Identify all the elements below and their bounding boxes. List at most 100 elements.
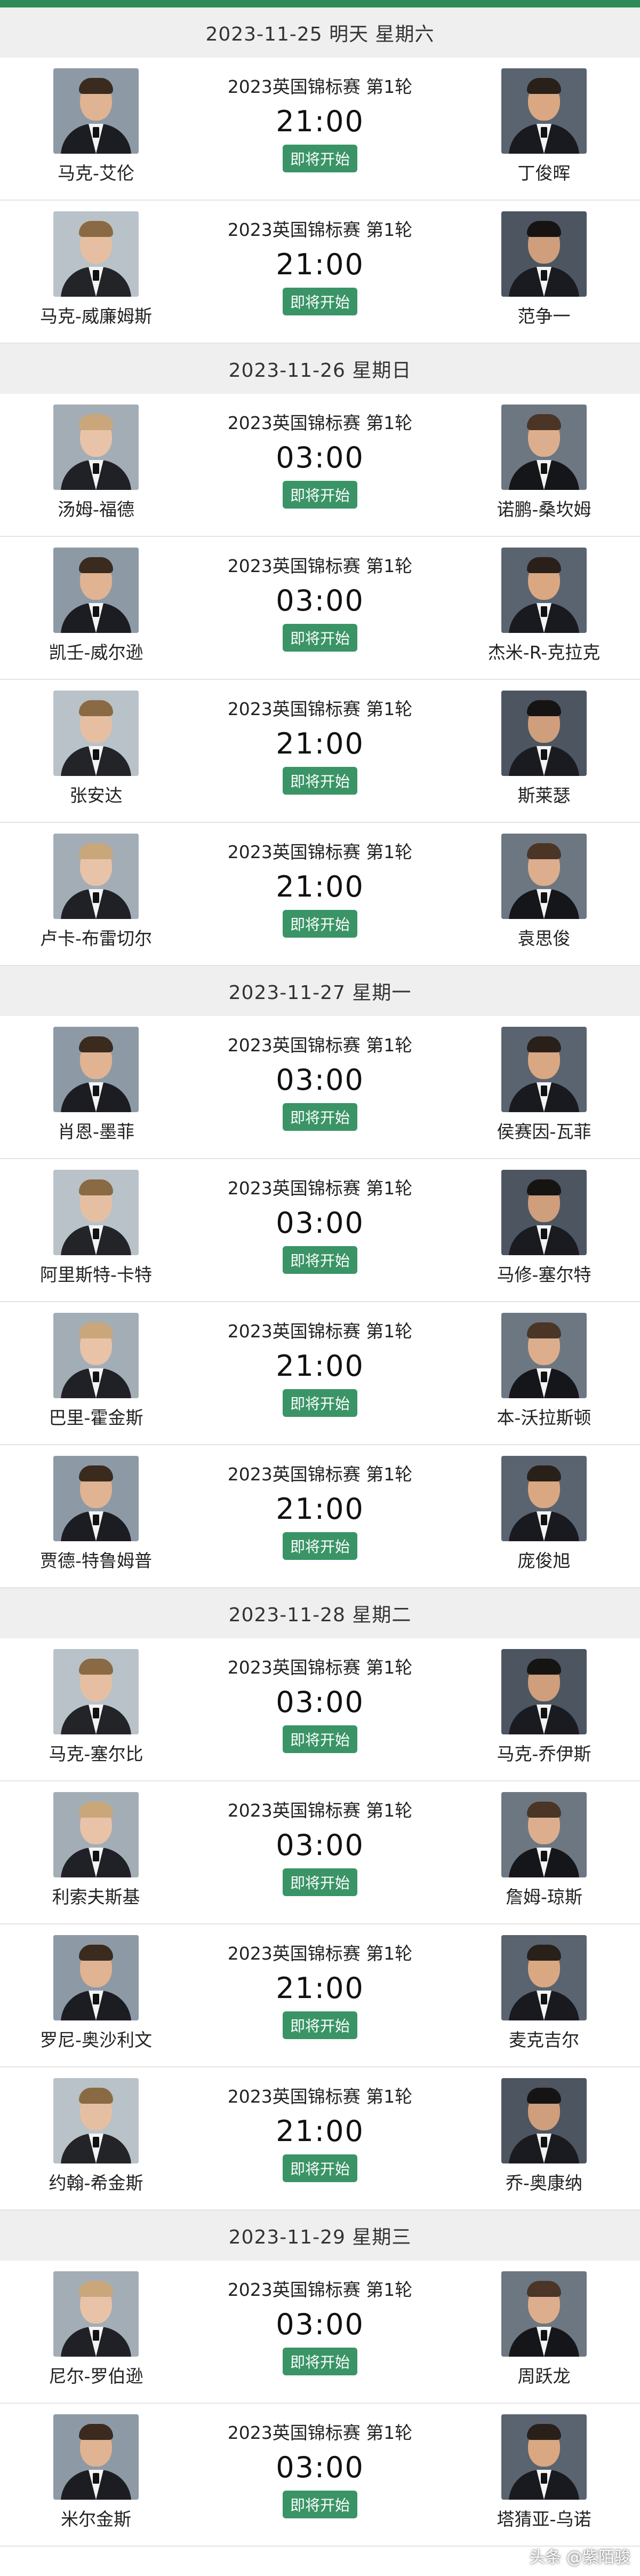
home-player[interactable]: 贾德-特鲁姆普 xyxy=(32,1456,160,1572)
match-card[interactable]: 马克-塞尔比 2023英国锦标赛 第1轮 03:00 即将开始 马克-乔伊斯 xyxy=(0,1638,640,1781)
status-button[interactable]: 即将开始 xyxy=(282,481,357,509)
home-player[interactable]: 肖恩-墨菲 xyxy=(32,1027,160,1143)
player-name: 马修-塞尔特 xyxy=(497,1264,591,1285)
status-button[interactable]: 即将开始 xyxy=(282,1725,357,1753)
home-player[interactable]: 尼尔-罗伯逊 xyxy=(32,2271,160,2388)
home-player[interactable]: 凯壬-威尔逊 xyxy=(32,548,160,664)
player-photo xyxy=(53,548,139,633)
player-photo xyxy=(501,1792,587,1877)
home-player[interactable]: 巴里-霍金斯 xyxy=(32,1313,160,1429)
status-button[interactable]: 即将开始 xyxy=(282,145,357,172)
photo-hair xyxy=(79,78,113,94)
match-info: 2023英国锦标赛 第1轮 21:00 即将开始 xyxy=(203,2082,437,2182)
status-button[interactable]: 即将开始 xyxy=(282,624,357,652)
player-name: 张安达 xyxy=(69,785,123,806)
photo-bowtie xyxy=(93,463,99,474)
status-button[interactable]: 即将开始 xyxy=(282,288,357,315)
player-photo xyxy=(501,1649,587,1734)
status-button[interactable]: 即将开始 xyxy=(282,2154,357,2182)
status-button[interactable]: 即将开始 xyxy=(282,1532,357,1560)
photo-bowtie xyxy=(541,749,547,760)
photo-bowtie xyxy=(93,1228,99,1239)
player-name: 袁思俊 xyxy=(517,928,571,949)
away-player[interactable]: 本-沃拉斯顿 xyxy=(480,1313,608,1429)
away-player[interactable]: 塔猜亚-乌诺 xyxy=(480,2414,608,2531)
away-player[interactable]: 詹姆-琼斯 xyxy=(480,1792,608,1908)
home-player[interactable]: 阿里斯特-卡特 xyxy=(32,1170,160,1286)
match-card[interactable]: 巴里-霍金斯 2023英国锦标赛 第1轮 21:00 即将开始 本-沃拉斯顿 xyxy=(0,1302,640,1445)
status-button[interactable]: 即将开始 xyxy=(282,1103,357,1131)
match-card[interactable]: 张安达 2023英国锦标赛 第1轮 21:00 即将开始 斯莱瑟 xyxy=(0,680,640,823)
status-button[interactable]: 即将开始 xyxy=(282,1868,357,1896)
status-button[interactable]: 即将开始 xyxy=(282,767,357,795)
match-card[interactable]: 约翰-希金斯 2023英国锦标赛 第1轮 21:00 即将开始 乔-奥康纳 xyxy=(0,2067,640,2210)
home-player[interactable]: 罗尼-奥沙利文 xyxy=(32,1935,160,2051)
player-name: 尼尔-罗伯逊 xyxy=(49,2366,143,2387)
photo-hair xyxy=(79,2281,113,2297)
player-name: 周跃龙 xyxy=(517,2366,571,2387)
player-photo xyxy=(501,1313,587,1398)
away-player[interactable]: 侯赛因-瓦菲 xyxy=(480,1027,608,1143)
home-player[interactable]: 卢卡-布雷切尔 xyxy=(32,834,160,950)
photo-bowtie xyxy=(541,892,547,903)
match-info: 2023英国锦标赛 第1轮 03:00 即将开始 xyxy=(203,409,437,509)
match-time: 21:00 xyxy=(276,1349,364,1383)
match-card[interactable]: 阿里斯特-卡特 2023英国锦标赛 第1轮 03:00 即将开始 马修-塞尔特 xyxy=(0,1159,640,1302)
photo-bowtie xyxy=(93,270,99,281)
match-card[interactable]: 尼尔-罗伯逊 2023英国锦标赛 第1轮 03:00 即将开始 周跃龙 xyxy=(0,2261,640,2404)
match-card[interactable]: 罗尼-奥沙利文 2023英国锦标赛 第1轮 21:00 即将开始 麦克吉尔 xyxy=(0,1924,640,2067)
player-name: 马克-艾伦 xyxy=(58,163,134,184)
away-player[interactable]: 袁思俊 xyxy=(480,834,608,950)
home-player[interactable]: 张安达 xyxy=(32,691,160,807)
match-card[interactable]: 凯壬-威尔逊 2023英国锦标赛 第1轮 03:00 即将开始 杰米-R-克拉克 xyxy=(0,537,640,680)
photo-bowtie xyxy=(93,2330,99,2341)
player-photo xyxy=(501,68,587,154)
match-card[interactable]: 肖恩-墨菲 2023英国锦标赛 第1轮 03:00 即将开始 侯赛因-瓦菲 xyxy=(0,1016,640,1159)
home-player[interactable]: 马克-威廉姆斯 xyxy=(32,211,160,328)
home-player[interactable]: 汤姆-福德 xyxy=(32,405,160,521)
away-player[interactable]: 庞俊旭 xyxy=(480,1456,608,1572)
away-player[interactable]: 丁俊晖 xyxy=(480,68,608,185)
match-card[interactable]: 卢卡-布雷切尔 2023英国锦标赛 第1轮 21:00 即将开始 袁思俊 xyxy=(0,823,640,966)
match-info: 2023英国锦标赛 第1轮 21:00 即将开始 xyxy=(203,73,437,172)
away-player[interactable]: 杰米-R-克拉克 xyxy=(480,548,608,664)
match-card[interactable]: 贾德-特鲁姆普 2023英国锦标赛 第1轮 21:00 即将开始 庞俊旭 xyxy=(0,1445,640,1588)
away-player[interactable]: 斯莱瑟 xyxy=(480,691,608,807)
home-player[interactable]: 马克-艾伦 xyxy=(32,68,160,185)
away-player[interactable]: 马修-塞尔特 xyxy=(480,1170,608,1286)
status-button[interactable]: 即将开始 xyxy=(282,2491,357,2518)
player-photo xyxy=(53,2271,139,2357)
status-button[interactable]: 即将开始 xyxy=(282,2348,357,2375)
match-card[interactable]: 马克-艾伦 2023英国锦标赛 第1轮 21:00 即将开始 丁俊晖 xyxy=(0,58,640,201)
photo-hair xyxy=(79,1659,113,1675)
match-card[interactable]: 马克-威廉姆斯 2023英国锦标赛 第1轮 21:00 即将开始 范争一 xyxy=(0,201,640,344)
away-player[interactable]: 乔-奥康纳 xyxy=(480,2078,608,2194)
photo-bowtie xyxy=(541,1994,547,2004)
photo-hair xyxy=(79,1036,113,1052)
photo-bowtie xyxy=(541,1708,547,1718)
away-player[interactable]: 诺鹏-桑坎姆 xyxy=(480,405,608,521)
away-player[interactable]: 范争一 xyxy=(480,211,608,328)
player-photo xyxy=(501,834,587,919)
photo-hair xyxy=(527,414,561,430)
match-card[interactable]: 米尔金斯 2023英国锦标赛 第1轮 03:00 即将开始 塔猜亚-乌诺 xyxy=(0,2404,640,2547)
match-card[interactable]: 汤姆-福德 2023英国锦标赛 第1轮 03:00 即将开始 诺鹏-桑坎姆 xyxy=(0,394,640,537)
away-player[interactable]: 马克-乔伊斯 xyxy=(480,1649,608,1765)
away-player[interactable]: 麦克吉尔 xyxy=(480,1935,608,2051)
status-button[interactable]: 即将开始 xyxy=(282,910,357,938)
home-player[interactable]: 利索夫斯基 xyxy=(32,1792,160,1908)
photo-hair xyxy=(527,1322,561,1338)
event-name: 2023英国锦标赛 第1轮 xyxy=(227,1464,413,1485)
match-card[interactable]: 利索夫斯基 2023英国锦标赛 第1轮 03:00 即将开始 詹姆-琼斯 xyxy=(0,1781,640,1924)
away-player[interactable]: 周跃龙 xyxy=(480,2271,608,2388)
home-player[interactable]: 米尔金斯 xyxy=(32,2414,160,2531)
player-name: 约翰-希金斯 xyxy=(49,2173,143,2193)
home-player[interactable]: 约翰-希金斯 xyxy=(32,2078,160,2194)
status-button[interactable]: 即将开始 xyxy=(282,1389,357,1417)
photo-hair xyxy=(79,1945,113,1961)
status-button[interactable]: 即将开始 xyxy=(282,1246,357,1274)
event-name: 2023英国锦标赛 第1轮 xyxy=(227,1178,413,1199)
match-info: 2023英国锦标赛 第1轮 21:00 即将开始 xyxy=(203,1460,437,1560)
status-button[interactable]: 即将开始 xyxy=(282,2011,357,2039)
home-player[interactable]: 马克-塞尔比 xyxy=(32,1649,160,1765)
